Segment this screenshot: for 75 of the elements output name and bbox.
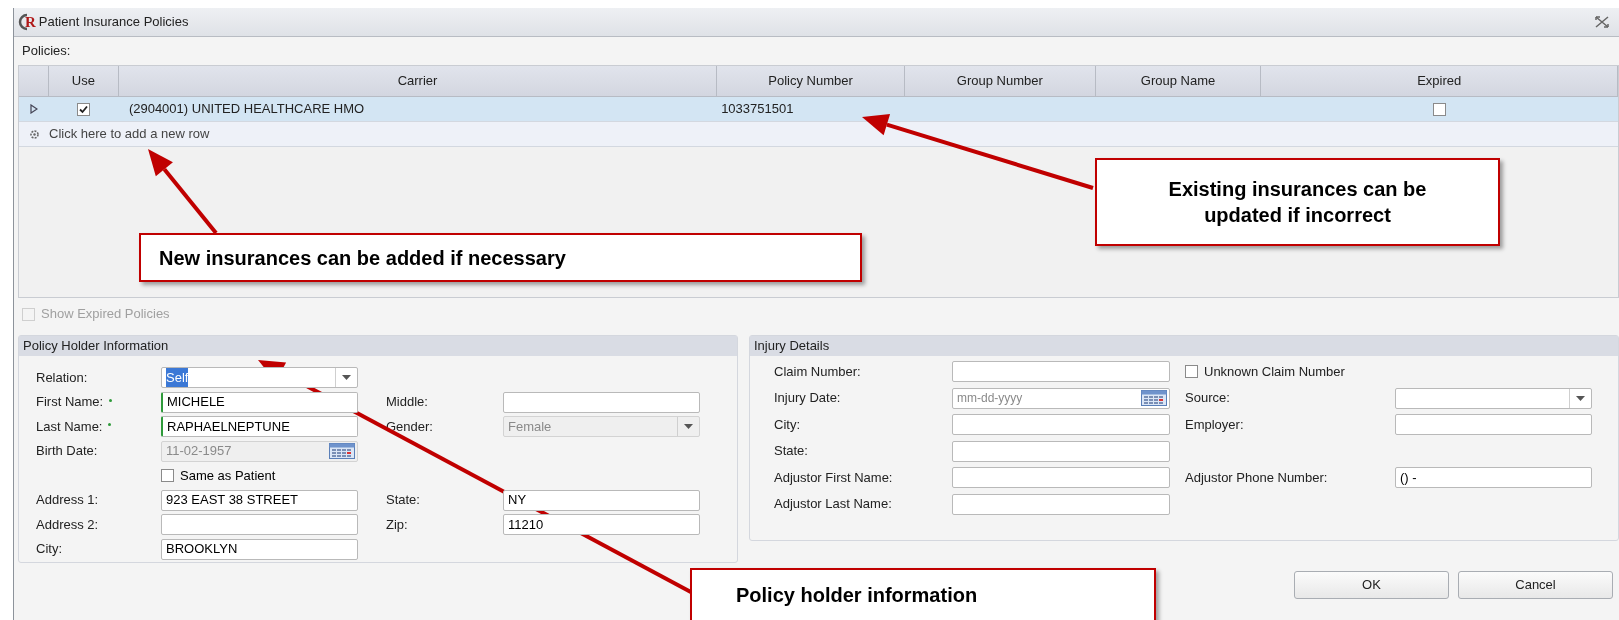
date-placeholder: mm-dd-yyyy	[957, 390, 1023, 407]
annotation-callout: Policy holder information	[690, 568, 1156, 620]
field-label: Address 1:	[36, 491, 99, 510]
field-label: State:	[774, 442, 808, 461]
field-label: Address 2:	[36, 515, 99, 534]
text-field[interactable]: BROOKLYN	[161, 538, 358, 560]
text-field[interactable]	[503, 391, 700, 413]
text-field[interactable]	[952, 467, 1170, 488]
text-field[interactable]: () -	[1395, 467, 1592, 488]
dropdown-field[interactable]	[1395, 387, 1592, 409]
checkbox-label: Same as Patient	[180, 466, 276, 485]
column-header[interactable]: Group Number	[904, 66, 1096, 96]
text-field[interactable]: 923 EAST 38 STREET	[161, 489, 358, 511]
field-label: First Name:	[36, 393, 104, 412]
text-field[interactable]	[952, 440, 1170, 462]
annotation-callout: New insurances can be added if necessary	[139, 233, 862, 282]
column-header[interactable]: Group Name	[1095, 66, 1262, 96]
column-header[interactable]: Carrier	[118, 66, 718, 96]
group-title: Injury Details	[754, 337, 830, 356]
field-label: City:	[36, 540, 62, 559]
checkbox-label: Unknown Claim Number	[1204, 362, 1345, 381]
date-field[interactable]: mm-dd-yyyy	[952, 387, 1170, 409]
checkbox[interactable]	[161, 469, 174, 482]
field-label: State:	[386, 491, 420, 510]
table-row[interactable]: (2904001) UNITED HEALTHCARE HMO 1033751501	[19, 97, 1618, 122]
field-label: Last Name:	[36, 417, 103, 436]
table-cell-text: (2904001) UNITED HEALTHCARE HMO	[127, 100, 366, 119]
expired-checkbox[interactable]	[1433, 102, 1447, 116]
close-icon[interactable]	[1595, 16, 1609, 28]
use-checkbox[interactable]	[77, 102, 91, 116]
dropdown-value: Female	[508, 417, 552, 436]
field-label: Zip:	[386, 515, 408, 534]
column-header[interactable]: Policy Number	[717, 66, 905, 96]
column-header[interactable]: Expired	[1261, 66, 1618, 96]
text-field[interactable]	[161, 514, 358, 535]
dropdown-value: Self	[166, 367, 189, 388]
checkbox-label: Show Expired Policies	[41, 305, 170, 324]
field-label: Adjustor Phone Number:	[1185, 468, 1328, 487]
row-indicator-icon	[30, 104, 38, 114]
dialog-button[interactable]: Cancel	[1458, 571, 1613, 599]
text-field[interactable]	[1395, 414, 1592, 435]
annotation-callout: Existing insurances can be updated if incorrect	[1095, 158, 1500, 246]
field-label: Birth Date:	[36, 442, 98, 461]
text-field[interactable]: RAPHAELNEPTUNE	[161, 416, 358, 437]
text-field[interactable]: 11210	[503, 514, 700, 535]
dropdown-caret-icon	[342, 375, 351, 380]
column-header[interactable]: Use	[48, 66, 119, 96]
table-cell-text: 1033751501	[720, 100, 795, 119]
dropdown-caret-icon	[1576, 395, 1585, 401]
window-title: Patient Insurance Policies	[38, 13, 189, 32]
gear-icon	[28, 128, 40, 140]
field-label: Adjustor First Name:	[774, 468, 893, 487]
field-label: Employer:	[1185, 415, 1244, 434]
field-label: Injury Date:	[774, 389, 841, 408]
field-label: Middle:	[386, 393, 428, 412]
field-label: City:	[774, 415, 800, 434]
field-label: Source:	[1185, 389, 1230, 408]
dropdown-caret-icon	[684, 424, 693, 429]
field-label: Adjustor Last Name:	[774, 495, 892, 514]
logo-letter: R	[25, 12, 36, 32]
section-label: Policies:	[22, 42, 71, 61]
dialog-button[interactable]: OK	[1294, 571, 1449, 599]
text-field[interactable]: MICHELE	[161, 391, 358, 413]
field-label: Claim Number:	[774, 362, 861, 381]
field-label: Gender:	[386, 417, 433, 436]
text-field[interactable]	[952, 414, 1170, 435]
text-field[interactable]	[952, 493, 1170, 515]
calendar-icon[interactable]	[1141, 390, 1167, 406]
text-field[interactable]	[952, 361, 1170, 382]
group-title: Policy Holder Information	[23, 337, 169, 356]
text-field[interactable]: NY	[503, 489, 700, 511]
dropdown-field[interactable]: Self	[161, 367, 358, 388]
field-label: Relation:	[36, 368, 88, 387]
checkbox[interactable]	[1185, 365, 1198, 378]
add-row[interactable]: Click here to add a new row	[19, 122, 1618, 147]
